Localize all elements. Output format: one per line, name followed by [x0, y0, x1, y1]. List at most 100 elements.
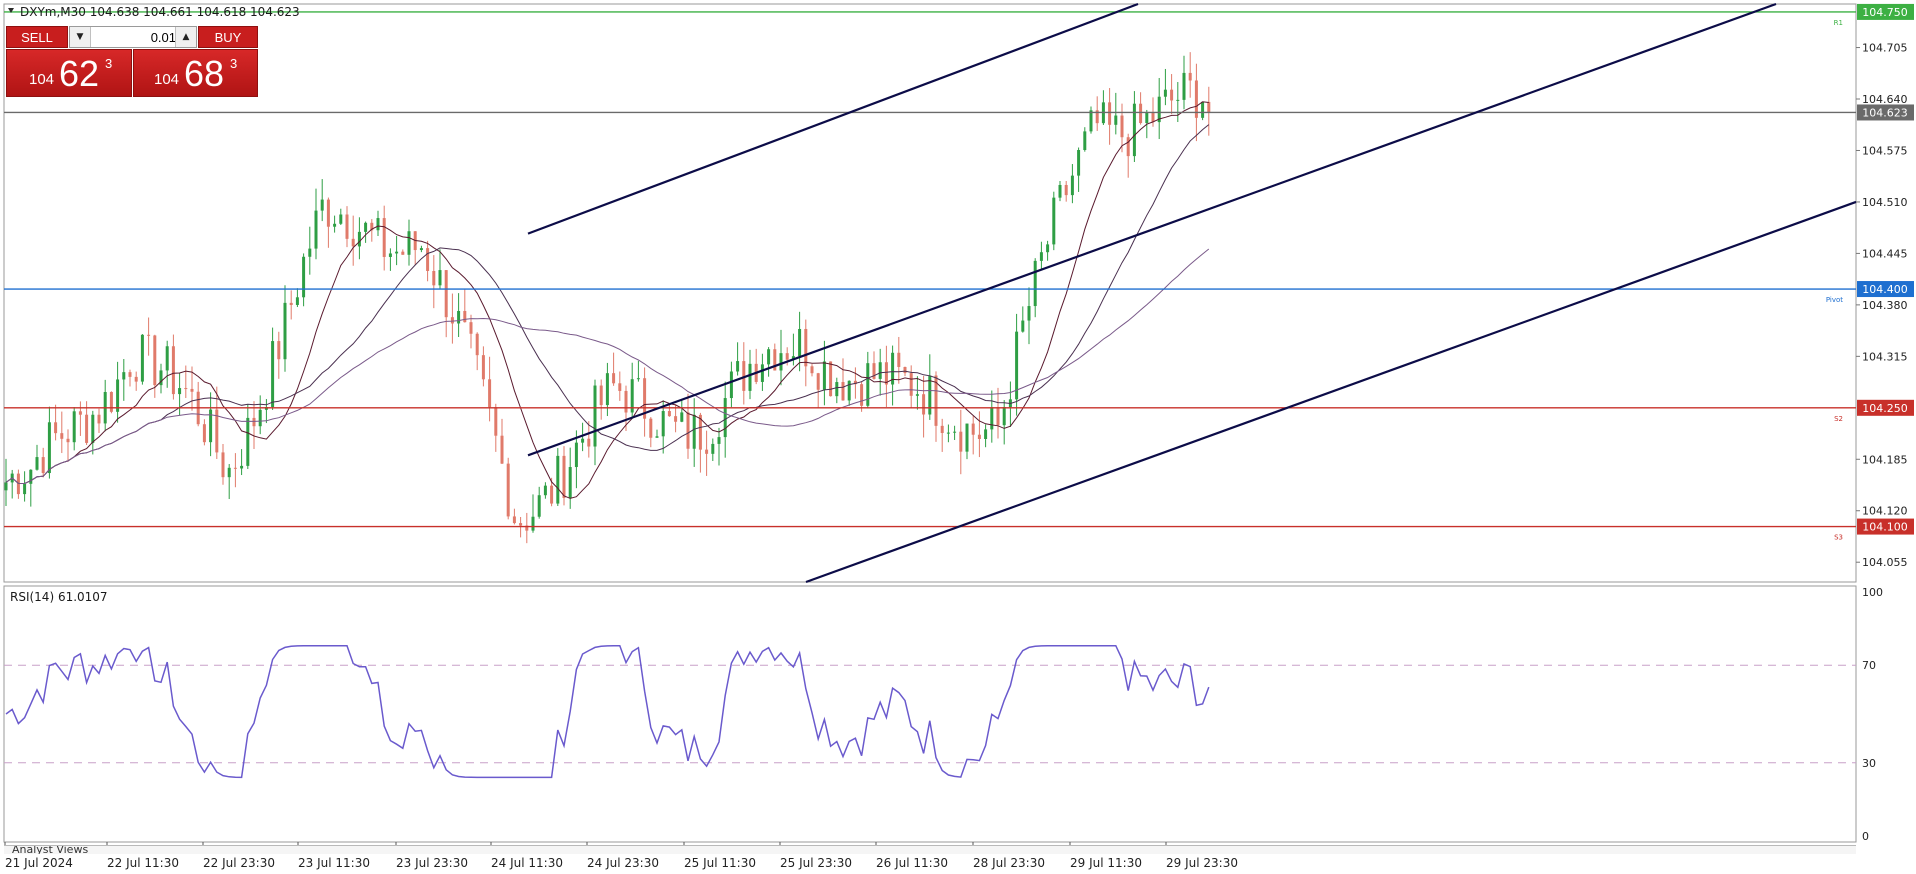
candle-body: [283, 302, 287, 360]
candle-body: [438, 270, 442, 286]
price-axis-label: 104.055: [1862, 556, 1908, 569]
analyst-views-tab[interactable]: Analyst Views: [4, 845, 1856, 854]
candle-body: [488, 379, 492, 408]
sell-price-main: 62: [59, 53, 100, 94]
level-price-label: 104.250: [1862, 402, 1908, 415]
candle-body: [984, 429, 988, 440]
level-tag-label: Pivot: [1826, 296, 1843, 304]
candle-body: [760, 364, 764, 382]
candle-body: [190, 388, 194, 392]
candle-body: [636, 378, 640, 380]
candle-body: [599, 385, 603, 406]
candle-body: [1207, 101, 1211, 113]
candle-body: [246, 417, 250, 466]
time-axis-label: 22 Jul 11:30: [107, 856, 179, 870]
price-axis: 104.705 104.640 104.575 104.510 104.445 104.3…: [1856, 42, 1908, 569]
candle-body: [134, 376, 138, 382]
candle-body: [990, 407, 994, 430]
candle-body: [23, 483, 27, 495]
sell-price-box[interactable]: 104 62 3: [6, 49, 132, 97]
candle-body: [568, 467, 572, 498]
candle-body: [729, 371, 733, 399]
lot-increase-icon[interactable]: ▲: [175, 27, 196, 47]
candle-body: [1182, 72, 1186, 100]
price-axis-label: 104.315: [1862, 350, 1908, 363]
candle-body: [85, 414, 89, 443]
candle-body: [829, 361, 833, 397]
chart-canvas[interactable]: 104.750 R1 104.623 104.400 Pivot 104.250 S2 104…: [0, 0, 1916, 874]
time-axis-label: 26 Jul 11:30: [876, 856, 948, 870]
candle-body: [587, 438, 591, 447]
buy-button[interactable]: BUY: [198, 26, 258, 48]
candle-body: [1089, 110, 1093, 132]
candle-body: [1139, 103, 1143, 124]
sell-button[interactable]: SELL: [6, 26, 68, 48]
candle-body: [444, 270, 448, 318]
buy-price-fraction: 3: [230, 56, 238, 71]
lot-size-control: ▼ ▲: [69, 26, 197, 48]
level-tag-label: S2: [1834, 415, 1843, 423]
candle-body: [605, 373, 609, 406]
candle-body: [748, 363, 752, 391]
candle-body: [289, 302, 293, 305]
candle-body: [537, 495, 541, 517]
candle-body: [556, 455, 560, 504]
candle-body: [835, 382, 839, 397]
candle-body: [1114, 115, 1118, 125]
lot-size-input[interactable]: [92, 28, 178, 46]
candle-body: [1126, 137, 1130, 157]
one-click-trading-panel: SELL ▼ ▲ BUY 104 62 3 104 68 3: [6, 26, 258, 98]
candle-body: [481, 355, 485, 380]
buy-price-box[interactable]: 104 68 3: [133, 49, 258, 97]
main-chart-frame: [3, 3, 1857, 583]
candle-body: [531, 516, 535, 531]
buy-price-main: 68: [184, 53, 225, 94]
candle-body: [345, 214, 349, 239]
price-axis-label: 104.640: [1862, 93, 1908, 106]
candle-body: [326, 199, 330, 227]
candle-body: [767, 349, 771, 365]
candle-body: [1201, 101, 1205, 118]
candle-body: [4, 482, 8, 491]
candle-body: [711, 443, 715, 454]
candle-body: [407, 231, 411, 255]
candle-body: [1039, 252, 1043, 261]
candle-body: [233, 467, 237, 469]
time-axis-label: 29 Jul 23:30: [1166, 856, 1238, 870]
candle-body: [519, 523, 523, 526]
candle-body: [109, 391, 113, 412]
candle-body: [915, 394, 919, 396]
candle-body: [1058, 184, 1062, 198]
candle-body: [463, 310, 467, 323]
candle-body: [1033, 260, 1037, 307]
price-axis-label: 104.575: [1862, 144, 1908, 157]
sell-price-prefix: 104: [29, 71, 55, 88]
price-axis-label: 104.380: [1862, 299, 1908, 312]
level-price-label: 104.400: [1862, 283, 1908, 296]
candle-body: [550, 485, 554, 504]
candle-body: [977, 434, 981, 440]
candle-body: [705, 449, 709, 454]
time-axis-label: 23 Jul 11:30: [298, 856, 370, 870]
candle-body: [1064, 184, 1068, 196]
candle-body: [655, 436, 659, 438]
candle-body: [364, 222, 368, 232]
level-price-label: 104.623: [1862, 106, 1908, 119]
candle-body: [686, 412, 690, 449]
candle-body: [779, 353, 783, 371]
candle-body: [227, 467, 231, 478]
candle-body: [97, 414, 101, 424]
candle-body: [618, 383, 622, 391]
lot-decrease-icon[interactable]: ▼: [70, 27, 91, 47]
price-axis-label: 104.445: [1862, 247, 1908, 260]
candle-body: [240, 465, 244, 469]
candle-body: [1170, 89, 1174, 101]
candle-body: [78, 411, 82, 415]
rsi-scale-label: 30: [1862, 757, 1876, 770]
price-axis-label: 104.185: [1862, 453, 1908, 466]
candle-body: [996, 407, 1000, 426]
price-axis-label: 104.705: [1862, 42, 1908, 55]
candle-body: [401, 251, 405, 255]
candle-body: [506, 463, 510, 517]
candle-body: [680, 412, 684, 422]
